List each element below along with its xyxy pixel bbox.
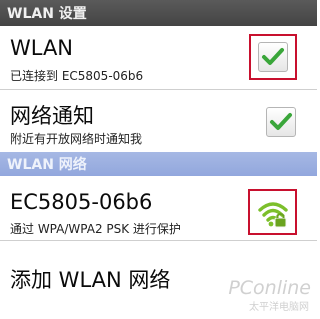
network-list-item[interactable]: EC5805-06b6 通过 WPA/WPA2 PSK 进行保护	[0, 176, 317, 240]
wlan-networks-header-title: WLAN 网络	[7, 157, 87, 173]
checkmark-icon	[262, 48, 284, 65]
wlan-networks-header: WLAN 网络	[0, 152, 317, 176]
network-security-label: 通过 WPA/WPA2 PSK 进行保护	[10, 222, 181, 236]
network-notification-summary: 附近有开放网络时通知我	[10, 132, 143, 146]
wlan-toggle-checkbox[interactable]	[258, 42, 288, 72]
add-network-label: 添加 WLAN 网络	[10, 268, 171, 292]
wlan-toggle-row[interactable]: WLAN 已连接到 EC5805-06b6	[0, 26, 317, 89]
wlan-settings-header: WLAN 设置	[0, 0, 317, 26]
watermark-subtitle: 太平洋电脑网	[249, 302, 309, 313]
network-notification-checkbox[interactable]	[266, 107, 296, 137]
wlan-settings-header-title: WLAN 设置	[7, 6, 87, 22]
network-notification-title: 网络通知	[10, 104, 94, 128]
network-notification-row[interactable]: 网络通知 附近有开放网络时通知我	[0, 90, 317, 152]
network-ssid: EC5805-06b6	[10, 190, 153, 214]
watermark-logo: PConline	[228, 277, 311, 299]
wlan-toggle-title: WLAN	[10, 36, 74, 60]
checkmark-icon	[270, 113, 292, 130]
wifi-locked-icon	[258, 202, 288, 228]
wlan-connection-status: 已连接到 EC5805-06b6	[10, 69, 144, 83]
